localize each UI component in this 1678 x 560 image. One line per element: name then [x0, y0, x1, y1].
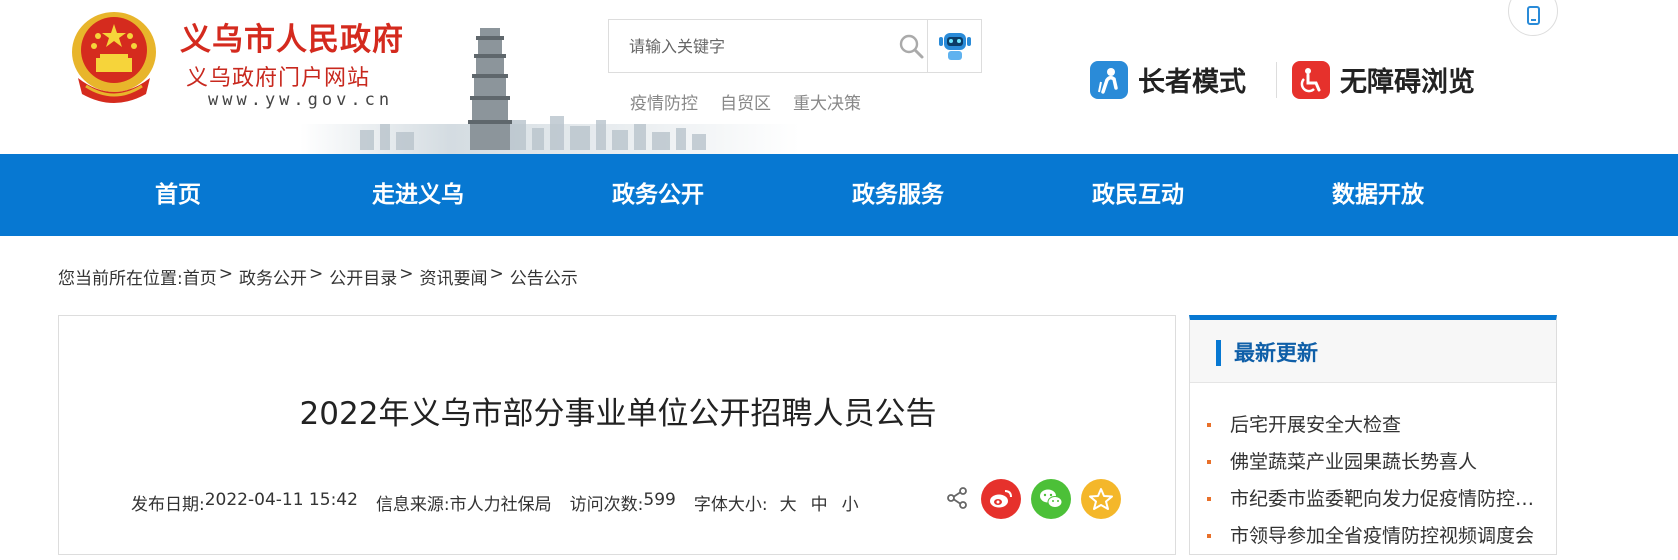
breadcrumb-item[interactable]: 公开目录	[329, 264, 397, 289]
breadcrumb-separator: >	[308, 264, 324, 284]
breadcrumb-item[interactable]: 公告公示	[510, 264, 578, 289]
mode-divider	[1276, 62, 1277, 98]
search-icon[interactable]	[897, 32, 925, 60]
robot-assistant-button[interactable]	[928, 19, 982, 73]
share-icon[interactable]	[944, 485, 970, 511]
font-size-label: 字体大小:	[693, 495, 768, 515]
breadcrumb-item[interactable]: 资讯要闻	[419, 264, 487, 289]
latest-updates-panel: 最新更新 后宅开展安全大检查 佛堂蔬菜产业园果蔬长势喜人 市纪委市监委靶向发力促…	[1189, 315, 1557, 555]
robot-icon	[939, 33, 971, 60]
search-box	[608, 19, 928, 73]
latest-updates-list: 后宅开展安全大检查 佛堂蔬菜产业园果蔬长势喜人 市纪委市监委靶向发力促疫情防控……	[1190, 412, 1556, 560]
nav-item-about[interactable]: 走进义乌	[298, 154, 538, 236]
list-item[interactable]: 市纪委市监委靶向发力促疫情防控…	[1190, 486, 1556, 523]
nav-item-home[interactable]: 首页	[58, 154, 298, 236]
accessible-mode-button[interactable]: 无障碍浏览	[1292, 60, 1475, 99]
article-meta: 发布日期: 2022-04-11 15:42 信息来源: 市人力社保局 访问次数…	[131, 490, 873, 515]
article-title: 2022年义乌市部分事业单位公开招聘人员公告	[299, 396, 937, 432]
search-input[interactable]	[609, 20, 889, 72]
list-item-label: 后宅开展安全大检查	[1230, 414, 1402, 436]
sidebar-title-accent	[1216, 340, 1221, 366]
phone-icon	[1527, 6, 1540, 25]
list-item[interactable]: 市领导参加全省疫情防控视频调度会	[1190, 523, 1556, 560]
nav-item-gov-affairs[interactable]: 政务公开	[538, 154, 778, 236]
publish-date: 2022-04-11 15:42	[204, 490, 358, 510]
bullet-icon	[1207, 497, 1211, 501]
sidebar-header: 最新更新	[1190, 320, 1556, 383]
nav-item-interaction[interactable]: 政民互动	[1018, 154, 1258, 236]
list-item[interactable]: 后宅开展安全大检查	[1190, 412, 1556, 449]
list-item[interactable]: 佛堂蔬菜产业园果蔬长势喜人	[1190, 449, 1556, 486]
breadcrumb-separator: >	[399, 264, 414, 284]
font-size-large[interactable]: 大	[780, 490, 797, 515]
sidebar-title: 最新更新	[1234, 341, 1318, 365]
bullet-icon	[1207, 534, 1211, 538]
font-size-small[interactable]: 小	[842, 490, 859, 515]
breadcrumb-item[interactable]: 政务公开	[239, 264, 307, 289]
favorite-button[interactable]	[1081, 479, 1121, 519]
breadcrumb-prefix: 您当前所在位置:	[58, 269, 183, 289]
main-nav: 首页 走进义乌 政务公开 政务服务 政民互动 数据开放	[0, 154, 1678, 236]
hot-link[interactable]: 疫情防控	[630, 89, 698, 114]
source: 市人力社保局	[449, 495, 552, 515]
breadcrumb-item[interactable]: 首页	[183, 264, 217, 289]
source-label: 信息来源:	[375, 495, 450, 515]
font-size-medium[interactable]: 中	[811, 490, 828, 515]
national-emblem-icon	[72, 12, 156, 103]
publish-date-label: 发布日期:	[131, 495, 205, 515]
hot-link[interactable]: 重大决策	[793, 89, 861, 114]
favorite-icon	[1089, 488, 1113, 510]
elder-mode-button[interactable]: 长者模式	[1090, 60, 1246, 99]
visit-count: 599	[643, 490, 676, 510]
bullet-icon	[1207, 460, 1211, 464]
article-panel: 2022年义乌市部分事业单位公开招聘人员公告 发布日期: 2022-04-11 …	[58, 315, 1176, 555]
weibo-share-button[interactable]	[981, 479, 1021, 519]
wechat-share-button[interactable]	[1031, 479, 1071, 519]
accessible-mode-label: 无障碍浏览	[1340, 67, 1475, 98]
visits-label: 访问次数:	[569, 495, 644, 515]
elder-mode-label: 长者模式	[1138, 67, 1246, 98]
hot-links: 疫情防控 自贸区 重大决策	[630, 89, 861, 114]
nav-item-services[interactable]: 政务服务	[778, 154, 1018, 236]
hot-link[interactable]: 自贸区	[720, 89, 771, 114]
bullet-icon	[1207, 423, 1211, 427]
breadcrumb-separator: >	[489, 264, 504, 284]
wechat-icon	[1040, 489, 1063, 508]
mobile-version-button[interactable]	[1508, 0, 1558, 36]
breadcrumb: 您当前所在位置: 首页 > 政务公开 > 公开目录 > 资讯要闻 > 公告公示	[58, 264, 578, 289]
nav-item-open-data[interactable]: 数据开放	[1258, 154, 1498, 236]
list-item-label: 市纪委市监委靶向发力促疫情防控…	[1230, 488, 1535, 510]
breadcrumb-separator: >	[218, 264, 233, 284]
wheelchair-icon	[1292, 60, 1330, 99]
list-item-label: 佛堂蔬菜产业园果蔬长势喜人	[1230, 451, 1478, 473]
elder-icon	[1090, 60, 1128, 99]
weibo-icon	[990, 490, 1012, 508]
list-item-label: 市领导参加全省疫情防控视频调度会	[1230, 525, 1535, 547]
